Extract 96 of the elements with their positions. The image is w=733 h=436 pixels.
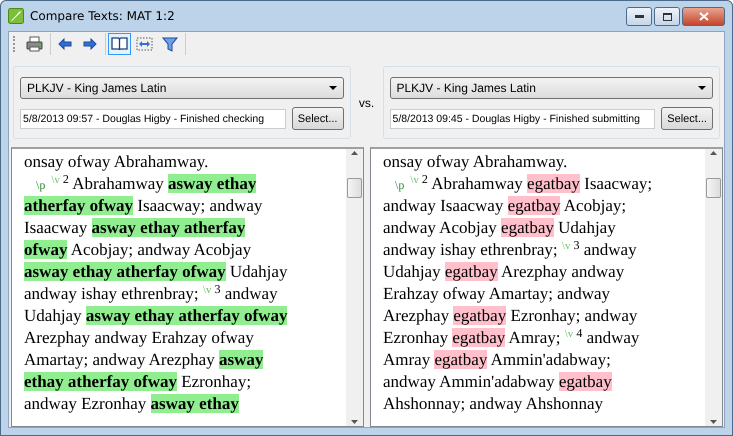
versus-label: vs. bbox=[358, 96, 376, 110]
toolbar-button[interactable] bbox=[108, 33, 131, 55]
verse-text: Acobjay; andway Acobjay bbox=[70, 240, 252, 259]
verse-text: Ezronhay bbox=[383, 328, 450, 347]
verse-text: Ammin'adabway; bbox=[490, 350, 611, 369]
highlighted-text: egatbay bbox=[452, 328, 506, 347]
highlighted-text: ethay atherfay ofway bbox=[24, 372, 177, 391]
highlighted-text: egatbay bbox=[558, 372, 612, 391]
verse-marker: \v bbox=[51, 174, 60, 186]
verse-text: Abrahamway bbox=[430, 174, 524, 193]
highlighted-text: asway ethay bbox=[168, 174, 256, 193]
verse-text: Ahshonnay; andway Ahshonnay bbox=[383, 394, 604, 413]
scroll-up-icon bbox=[351, 151, 358, 155]
window-title: Compare Texts: MAT 1:2 bbox=[30, 9, 176, 23]
verse-number: 4 bbox=[576, 326, 582, 340]
paragraph-marker: \p bbox=[395, 178, 404, 192]
verse-text: andway Isaacway bbox=[383, 196, 504, 215]
verse-number: 2 bbox=[62, 172, 69, 186]
highlighted-text: egatbay bbox=[444, 262, 498, 281]
highlighted-text: asway ethay atherfay ofway bbox=[86, 306, 288, 325]
verse-text: Abrahamway bbox=[71, 174, 165, 193]
verse-text: andway Ammin'adabway bbox=[383, 372, 556, 391]
verse-text: Isaacway; andway bbox=[136, 196, 262, 215]
close-button[interactable] bbox=[682, 7, 725, 26]
verse-marker: \v bbox=[562, 240, 570, 252]
verse-text: Arezphay andway Erahzay ofway bbox=[24, 328, 254, 347]
verse-text: Udahjay bbox=[24, 306, 83, 325]
verse-number: 3 bbox=[214, 282, 220, 296]
verse-number: 3 bbox=[573, 238, 580, 252]
verse-text: Udahjay bbox=[557, 218, 616, 237]
toolbar-grip[interactable] bbox=[13, 36, 18, 52]
highlighted-text: asway ethay bbox=[150, 394, 239, 413]
minimize-icon bbox=[634, 14, 644, 18]
verse-text: andway Acobjay bbox=[383, 218, 498, 237]
verse-text: Arezphay bbox=[383, 306, 450, 325]
minimize-button[interactable] bbox=[626, 7, 652, 26]
highlighted-text: egatbay bbox=[453, 306, 506, 325]
highlighted-text: asway ethay atherfay bbox=[92, 218, 246, 237]
verse-text: Udahjay bbox=[228, 262, 288, 281]
left-arrow-icon bbox=[58, 38, 72, 50]
verse-text: Udahjay bbox=[383, 262, 442, 281]
verse-text: Amartay; andway Arezphay bbox=[24, 350, 216, 369]
revision-field[interactable]: 5/8/2013 09:45 - Douglas Higby - Finished submitting bbox=[390, 108, 656, 128]
fit-width-icon bbox=[136, 37, 153, 51]
open-book-icon bbox=[111, 37, 128, 51]
verse-text: Isaacway bbox=[24, 218, 88, 237]
verse-text: Acobjay; bbox=[562, 196, 626, 215]
verse-text: onsay ofway Abrahamway. bbox=[383, 152, 568, 171]
revision-field[interactable]: 5/8/2013 09:57 - Douglas Higby - Finished checking bbox=[20, 108, 286, 128]
verse-text: onsay ofway Abrahamway. bbox=[24, 152, 208, 171]
pen-icon bbox=[8, 8, 24, 24]
verse-text: andway ishay ethrenbray; bbox=[383, 240, 559, 259]
filter-icon bbox=[162, 36, 178, 52]
scrollbar[interactable] bbox=[346, 149, 363, 426]
verse-text: andway bbox=[582, 240, 637, 259]
highlighted-text: egatbay bbox=[501, 218, 554, 237]
maximize-icon bbox=[662, 12, 672, 20]
verse-text: Arezphay andway bbox=[500, 262, 624, 281]
verse-text: Amray bbox=[383, 350, 432, 369]
verse-marker: \v bbox=[202, 284, 212, 296]
verse-text: Isaacway; bbox=[583, 174, 652, 193]
verse-marker: \v bbox=[564, 328, 574, 340]
dropdown-arrow-icon bbox=[698, 86, 706, 90]
verse-text: andway ishay ethrenbray; bbox=[24, 284, 200, 303]
highlighted-text: egatbay bbox=[434, 350, 488, 369]
verse-marker: \v bbox=[410, 174, 419, 186]
highlighted-text: atherfay ofway bbox=[24, 196, 134, 215]
select-button[interactable]: Select... bbox=[661, 107, 713, 130]
verse-text: Ezronhay; andway bbox=[509, 306, 638, 325]
verse-text: andway bbox=[586, 328, 640, 347]
select-button[interactable]: Select... bbox=[292, 107, 344, 130]
paragraph-marker: \p bbox=[36, 178, 46, 192]
verse-text: Erahzay ofway Amartay; andway bbox=[383, 284, 610, 303]
scroll-down-icon bbox=[351, 420, 358, 424]
scroll-thumb[interactable] bbox=[706, 178, 721, 198]
verse-text: andway bbox=[224, 284, 278, 303]
scroll-thumb[interactable] bbox=[347, 178, 362, 198]
dropdown-arrow-icon bbox=[328, 86, 336, 90]
highlighted-text: egatbay bbox=[508, 196, 560, 215]
project-dropdown[interactable]: PLKJV - King James Latin bbox=[390, 77, 713, 99]
scroll-down-icon bbox=[710, 420, 717, 424]
highlighted-text: egatbay bbox=[527, 174, 580, 193]
highlighted-text: ofway bbox=[24, 240, 68, 259]
right-arrow-icon bbox=[82, 38, 96, 50]
highlighted-text: asway ethay atherfay ofway bbox=[24, 262, 226, 281]
maximize-button[interactable] bbox=[654, 7, 680, 26]
scroll-up-icon bbox=[710, 151, 717, 155]
project-dropdown[interactable]: PLKJV - King James Latin bbox=[20, 77, 344, 99]
scrollbar[interactable] bbox=[705, 149, 722, 426]
verse-text: Ezronhay; bbox=[180, 372, 252, 391]
printer-icon bbox=[26, 36, 43, 52]
highlighted-text: asway bbox=[218, 350, 264, 369]
verse-text: andway Ezronhay bbox=[24, 394, 148, 413]
verse-text: Amray; bbox=[508, 328, 562, 347]
close-icon bbox=[698, 12, 708, 21]
verse-number: 2 bbox=[422, 172, 428, 186]
